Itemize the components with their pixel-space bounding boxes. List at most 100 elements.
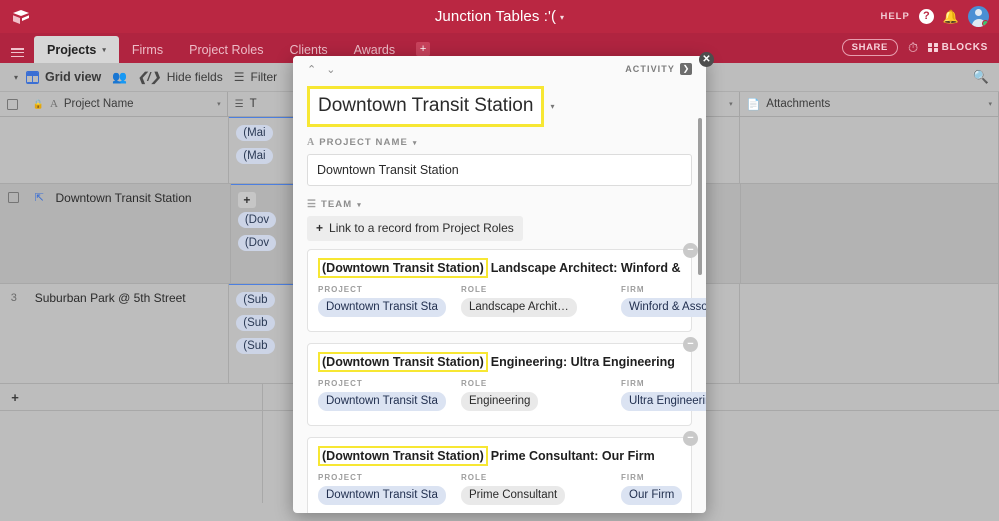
expanded-record-modal: ⌃ ⌄ ACTIVITY ❯ Downtown Transit Station … (293, 56, 706, 513)
tab-firms[interactable]: Firms (119, 36, 176, 63)
field-project-name-label-row: A PROJECT NAME ▾ (307, 137, 692, 148)
linked-record-chip[interactable]: (Dov (237, 235, 277, 251)
linked-record-chip[interactable]: (Sub (236, 338, 275, 354)
brand-bar-actions: HELP ? 🔔 (880, 6, 989, 27)
chevron-down-icon[interactable]: ⌄ (326, 63, 335, 76)
tab-project-roles[interactable]: Project Roles (176, 36, 276, 63)
close-modal-button[interactable]: ✕ (699, 52, 714, 67)
project-name-input[interactable] (307, 154, 692, 186)
column-header-attachments[interactable]: 📄 Attachments ▾ (740, 92, 999, 116)
collaborators-button[interactable]: 👥 (112, 70, 137, 84)
linked-record-chip[interactable]: (Sub (236, 315, 275, 331)
question-mark-icon[interactable]: ? (918, 9, 934, 24)
bell-icon[interactable]: 🔔 (943, 10, 959, 23)
linked-field-project: PROJECT Downtown Transit Sta (318, 473, 461, 510)
linked-field-firm-chip[interactable]: Winford & Assoc. (621, 298, 706, 317)
linked-field-firm-chip[interactable]: Our Firm (621, 486, 683, 505)
clock-history-icon[interactable]: ⏱ (908, 41, 918, 54)
record-navigation: ⌃ ⌄ (307, 63, 335, 76)
cell-project-name[interactable]: Downtown Transit Station (48, 184, 231, 283)
column-header-project-name-label: Project Name (63, 98, 134, 110)
people-icon: 👥 (112, 70, 127, 84)
filter-label: Filter (250, 70, 278, 84)
chevron-down-icon[interactable]: ▾ (729, 100, 733, 108)
tab-awards-label: Awards (353, 42, 396, 57)
linked-record-chip[interactable]: (Dov (237, 212, 277, 228)
remove-link-button[interactable]: − (683, 243, 698, 258)
linked-record-title: (Downtown Transit Station) Prime Consult… (318, 446, 681, 466)
expand-record-icon[interactable]: ⇱ (28, 184, 49, 283)
column-header-project-name[interactable]: 🔒 A Project Name ▾ (26, 92, 228, 116)
chevron-down-icon[interactable]: ▾ (560, 13, 564, 22)
plus-icon[interactable]: + (0, 390, 30, 405)
linked-field-project-chip[interactable]: Downtown Transit Sta (318, 392, 446, 411)
chevron-down-icon[interactable]: ▾ (102, 46, 106, 54)
linked-field-project: PROJECT Downtown Transit Sta (318, 379, 461, 416)
search-icon[interactable]: 🔍 (973, 69, 989, 85)
chevron-down-icon[interactable]: ▾ (550, 102, 554, 111)
linked-record-chip[interactable]: (Sub (236, 292, 275, 308)
app-root: Junction Tables :'(▾ HELP ? 🔔 Projects ▾… (0, 0, 999, 521)
linked-field-firm-chip[interactable]: Ultra Engineering (621, 392, 706, 411)
linked-field-role-chip[interactable]: Engineering (461, 392, 539, 411)
linked-field-role-chip[interactable]: Landscape Archit… (461, 298, 577, 317)
field-project-name-label: PROJECT NAME (319, 137, 408, 148)
linked-record-card[interactable]: − (Downtown Transit Station) Engineering… (307, 337, 706, 426)
remove-link-button[interactable]: − (683, 337, 698, 352)
field-project-name: A PROJECT NAME ▾ (307, 137, 692, 186)
hamburger-menu-icon[interactable] (0, 33, 34, 63)
cell-attachments[interactable] (741, 184, 999, 283)
linked-field-project: PROJECT Downtown Transit Sta (318, 285, 461, 322)
cell-attachments[interactable] (740, 117, 999, 183)
linked-record-title: (Downtown Transit Station) Landscape Arc… (318, 258, 681, 278)
share-button[interactable]: SHARE (841, 38, 898, 56)
tab-bar-actions: SHARE ⏱ BLOCKS (841, 38, 999, 64)
linked-field-project-label: PROJECT (318, 285, 363, 294)
tab-projects-label: Projects (47, 42, 97, 57)
modal-body: Downtown Transit Station ▾ A PROJECT NAM… (293, 82, 706, 513)
cell-attachments[interactable] (740, 284, 999, 383)
tab-clients-label: Clients (289, 42, 328, 57)
plus-icon: + (316, 221, 324, 235)
blocks-button[interactable]: BLOCKS (928, 42, 988, 53)
linked-record-card[interactable]: − (Downtown Transit Station) Prime Consu… (307, 431, 698, 513)
add-linked-record-icon[interactable]: + (237, 192, 256, 208)
chevron-down-icon[interactable]: ▾ (357, 201, 361, 209)
airtable-logo-icon[interactable] (10, 6, 32, 28)
linked-field-project-chip[interactable]: Downtown Transit Sta (318, 298, 446, 317)
help-label[interactable]: HELP (880, 11, 909, 22)
row-checkbox[interactable] (0, 184, 28, 283)
remove-link-button[interactable]: − (683, 431, 698, 446)
chevron-down-icon[interactable]: ▾ (413, 139, 417, 147)
hide-fields-button[interactable]: ❮/❯ Hide fields (137, 70, 233, 84)
add-table-icon[interactable]: + (416, 42, 431, 56)
linked-field-role: ROLE Landscape Archit… (461, 285, 621, 322)
filter-button[interactable]: ☰ Filter (234, 70, 288, 84)
modal-scrollbar[interactable] (698, 118, 702, 275)
sidebar-collapse-icon[interactable]: ▾ (10, 73, 26, 82)
chevron-down-icon[interactable]: ▾ (988, 100, 992, 108)
linked-field-project-label: PROJECT (318, 473, 363, 482)
activity-toggle-button[interactable]: ACTIVITY ❯ (625, 63, 692, 75)
linked-field-role-chip[interactable]: Prime Consultant (461, 486, 566, 505)
cell-project-name[interactable]: Suburban Park @ 5th Street (28, 284, 230, 383)
linked-field-project-chip[interactable]: Downtown Transit Sta (318, 486, 446, 505)
user-avatar-icon[interactable] (968, 6, 989, 27)
linked-record-card[interactable]: − (Downtown Transit Station) Landscape A… (307, 243, 706, 332)
cell-project-name[interactable] (28, 117, 230, 183)
expand-panel-icon[interactable]: ❯ (680, 63, 692, 75)
record-title[interactable]: Downtown Transit Station (307, 86, 545, 127)
linked-record-title-rest: Engineering: Ultra Engineering (490, 355, 675, 369)
view-selector[interactable]: Grid view (26, 70, 112, 84)
linked-record-chip[interactable]: (Mai (236, 148, 273, 164)
column-header-team-label: T (249, 98, 257, 110)
select-all-checkbox[interactable] (0, 92, 26, 116)
linked-record-fields: PROJECT Downtown Transit Sta ROLE Prime … (318, 473, 683, 510)
tab-firms-label: Firms (131, 42, 164, 57)
link-record-button[interactable]: + Link to a record from Project Roles (307, 216, 523, 241)
linked-record-title-highlight: (Downtown Transit Station) (318, 258, 488, 278)
linked-record-chip[interactable]: (Mai (236, 125, 273, 141)
tab-projects[interactable]: Projects ▾ (34, 36, 119, 63)
chevron-up-icon[interactable]: ⌃ (307, 63, 316, 76)
chevron-down-icon[interactable]: ▾ (217, 100, 221, 108)
